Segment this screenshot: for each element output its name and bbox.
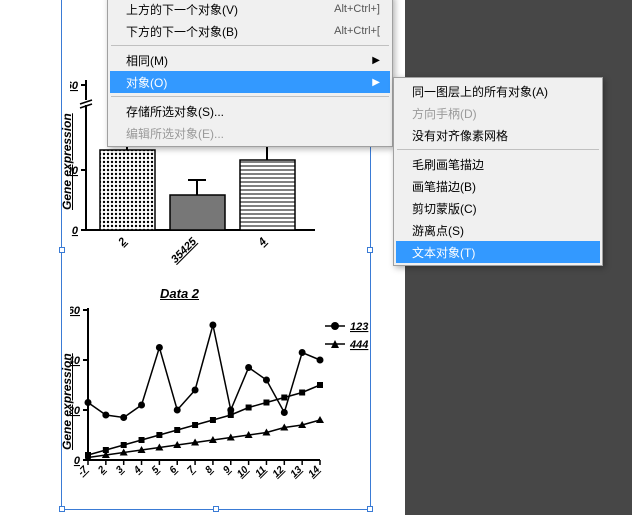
- svg-text:9: 9: [221, 464, 233, 476]
- menu-label: 同一图层上的所有对象(A): [412, 83, 590, 100]
- menu-brush-stroke[interactable]: 画笔描边(B): [396, 175, 600, 197]
- svg-text:20: 20: [70, 405, 81, 417]
- svg-text:123: 123: [350, 321, 368, 333]
- menu-separator: [111, 45, 389, 46]
- svg-text:13: 13: [289, 464, 305, 480]
- svg-text:4: 4: [131, 464, 144, 477]
- svg-text:8: 8: [203, 464, 215, 476]
- selection-handle[interactable]: [367, 247, 373, 253]
- svg-text:2: 2: [116, 236, 130, 250]
- menu-label: 上方的下一个对象(V): [126, 1, 310, 18]
- svg-text:6: 6: [168, 464, 180, 476]
- menu-label: 对象(O): [126, 74, 372, 91]
- menu-text-objects[interactable]: 文本对象(T): [396, 241, 600, 263]
- selection-handle[interactable]: [59, 506, 65, 512]
- menu-shortcut: Alt+Ctrl+]: [334, 3, 380, 15]
- menu-label: 毛刷画笔描边: [412, 156, 590, 173]
- menu-label: 文本对象(T): [412, 244, 590, 261]
- menu-label: 画笔描边(B): [412, 178, 590, 195]
- menu-label: 游离点(S): [412, 222, 590, 239]
- menu-direction-handles: 方向手柄(D): [396, 102, 600, 124]
- menu-edit-selection: 编辑所选对象(E)...: [110, 122, 390, 144]
- menu-label: 剪切蒙版(C): [412, 200, 590, 217]
- svg-text:12: 12: [271, 464, 287, 480]
- svg-text:60: 60: [70, 80, 79, 92]
- svg-text:3: 3: [114, 464, 126, 476]
- svg-text:14: 14: [306, 464, 322, 480]
- menu-label: 没有对齐像素网格: [412, 127, 590, 144]
- menu-separator: [111, 96, 389, 97]
- menu-object[interactable]: 对象(O) ▶: [110, 71, 390, 93]
- chevron-right-icon: ▶: [372, 77, 380, 88]
- svg-text:444: 444: [349, 339, 368, 351]
- svg-text:2: 2: [96, 464, 109, 477]
- menu-shortcut: Alt+Ctrl+[: [334, 25, 380, 37]
- menu-save-selection[interactable]: 存储所选对象(S)...: [110, 100, 390, 122]
- menu-label: 下方的下一个对象(B): [126, 23, 310, 40]
- menu-label: 编辑所选对象(E)...: [126, 125, 380, 142]
- svg-text:0: 0: [72, 225, 79, 237]
- menu-stray-points[interactable]: 游离点(S): [396, 219, 600, 241]
- menu-same[interactable]: 相同(M) ▶: [110, 49, 390, 71]
- svg-text:10: 10: [235, 464, 251, 480]
- menu-label: 方向手柄(D): [412, 105, 590, 122]
- menu-not-pixel-aligned[interactable]: 没有对齐像素网格: [396, 124, 600, 146]
- menu-next-above[interactable]: 上方的下一个对象(V) Alt+Ctrl+]: [110, 0, 390, 20]
- svg-text:11: 11: [253, 464, 268, 479]
- chevron-right-icon: ▶: [372, 55, 380, 66]
- svg-text:60: 60: [70, 305, 81, 317]
- selection-handle[interactable]: [367, 506, 373, 512]
- svg-text:5: 5: [150, 464, 162, 476]
- menu-separator: [397, 149, 599, 150]
- selection-handle[interactable]: [59, 247, 65, 253]
- menu-all-on-layer[interactable]: 同一图层上的所有对象(A): [396, 80, 600, 102]
- svg-text:35425: 35425: [169, 235, 200, 265]
- svg-text:0: 0: [74, 455, 81, 467]
- menu-label: 相同(M): [126, 52, 372, 69]
- svg-text:4: 4: [256, 236, 270, 250]
- selection-handle[interactable]: [213, 506, 219, 512]
- menu-clipping-mask[interactable]: 剪切蒙版(C): [396, 197, 600, 219]
- line-chart-svg: 0 20 40 60 -7234567891011121314 123 444: [70, 290, 370, 495]
- menu-next-below[interactable]: 下方的下一个对象(B) Alt+Ctrl+[: [110, 20, 390, 42]
- svg-text:40: 40: [70, 355, 81, 367]
- context-submenu: 同一图层上的所有对象(A) 方向手柄(D) 没有对齐像素网格 毛刷画笔描边 画笔…: [393, 77, 603, 266]
- svg-text:200: 200: [70, 165, 79, 177]
- menu-bristle-stroke[interactable]: 毛刷画笔描边: [396, 153, 600, 175]
- line-chart: Data 2 Gene expression 0 20 40 60 -72345…: [70, 290, 370, 495]
- context-menu: 上方的下一个对象(V) Alt+Ctrl+] 下方的下一个对象(B) Alt+C…: [107, 0, 393, 147]
- svg-text:7: 7: [185, 464, 197, 476]
- menu-label: 存储所选对象(S)...: [126, 103, 380, 120]
